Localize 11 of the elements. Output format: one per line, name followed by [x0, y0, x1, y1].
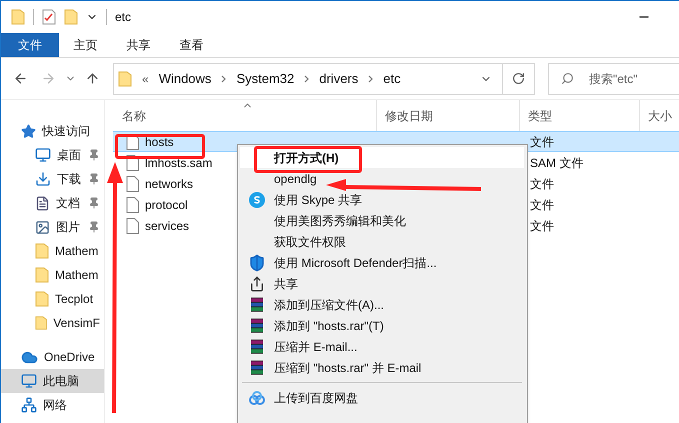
- file-name: protocol: [145, 196, 188, 214]
- file-name: networks: [145, 176, 194, 192]
- file-name: services: [145, 218, 190, 234]
- file-type: 文件: [529, 218, 554, 234]
- file-type: SAM 文件: [529, 154, 584, 172]
- file-type: 文件: [529, 134, 554, 150]
- file-name: lmhosts.sam: [145, 154, 212, 172]
- file-type: 文件: [529, 196, 554, 214]
- window-title: etc: [115, 9, 132, 26]
- file-type: 文件: [529, 176, 554, 192]
- file-name: hosts: [145, 134, 174, 150]
